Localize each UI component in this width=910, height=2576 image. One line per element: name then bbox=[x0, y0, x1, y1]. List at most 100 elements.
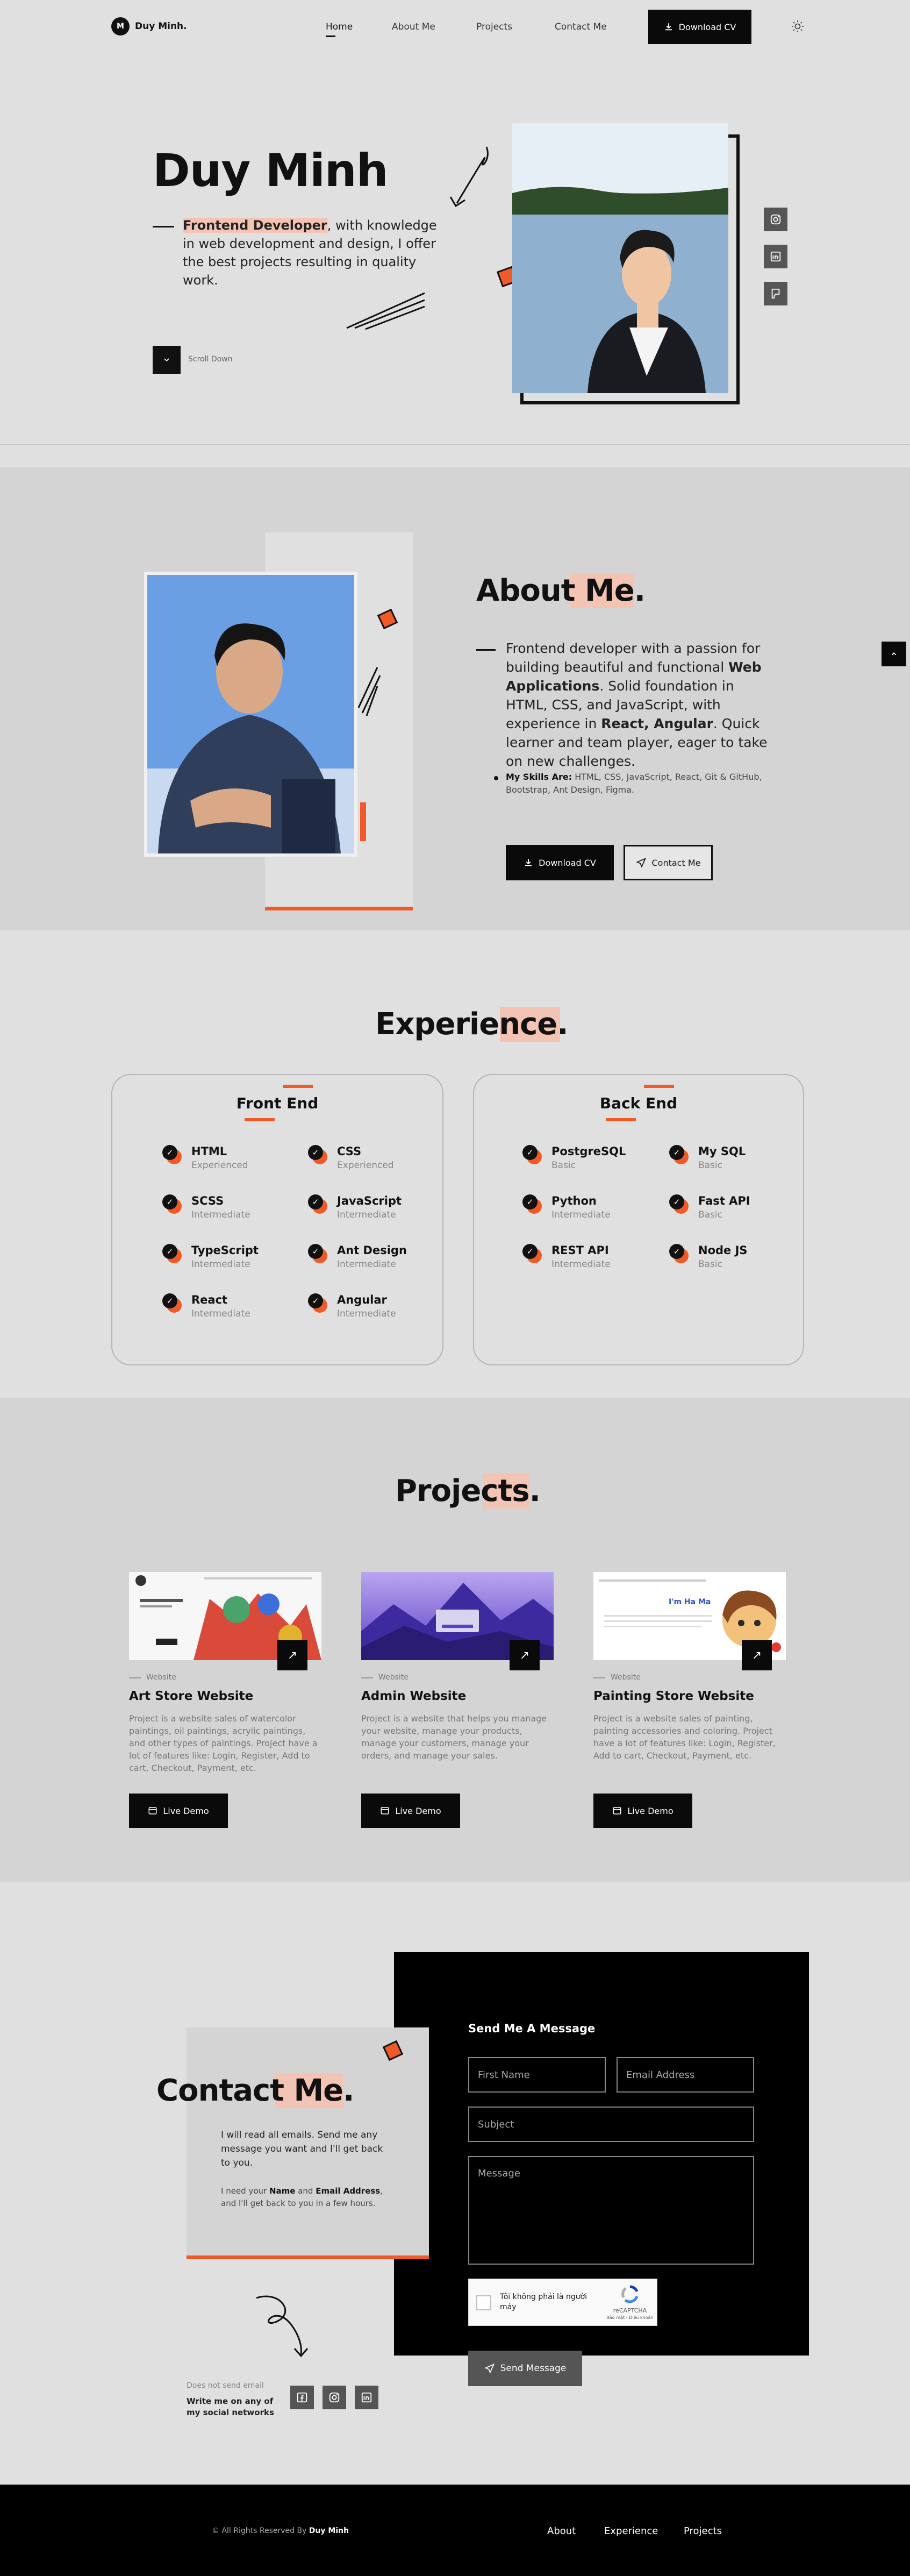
project-tag-line bbox=[593, 1677, 605, 1678]
check-icon: ✓ bbox=[669, 1244, 689, 1263]
hero-role: Frontend Developer bbox=[183, 218, 327, 233]
linkedin-icon bbox=[770, 251, 781, 262]
about-back-panel-accent bbox=[265, 907, 413, 910]
project-tag: Website bbox=[611, 1673, 641, 1682]
facebook-icon bbox=[297, 2392, 307, 2403]
footer-link-about[interactable]: About bbox=[547, 2525, 576, 2537]
live-demo-button[interactable]: Live Demo bbox=[361, 1794, 460, 1828]
project-tag: Website bbox=[378, 1673, 409, 1682]
hero-photo bbox=[512, 123, 728, 393]
skill-name: CSS bbox=[337, 1145, 362, 1158]
skill-item: ✓ Node JS Basic bbox=[669, 1244, 748, 1270]
about-accent-bar bbox=[360, 802, 366, 841]
no-email-label: Does not send email bbox=[187, 2381, 264, 2390]
live-demo-button[interactable]: Live Demo bbox=[593, 1794, 692, 1828]
skill-item: ✓ Angular Intermediate bbox=[308, 1293, 396, 1319]
subject-input[interactable]: Subject bbox=[468, 2107, 754, 2142]
frontend-heading-accent bbox=[283, 1085, 313, 1088]
skill-item: ✓ Fast API Basic bbox=[669, 1194, 750, 1220]
project-link-painting-store[interactable]: ↗ bbox=[742, 1640, 772, 1670]
email-input[interactable]: Email Address bbox=[617, 2057, 754, 2093]
contact-facebook-button[interactable] bbox=[290, 2386, 314, 2409]
skill-name: Node JS bbox=[698, 1244, 748, 1257]
recaptcha-brand: reCAPTCHA bbox=[613, 2307, 647, 2314]
send-message-button[interactable]: Send Message bbox=[468, 2351, 582, 2386]
about-download-cv-button[interactable]: Download CV bbox=[506, 845, 614, 880]
footer-copyright-text: © All Rights Reserved By bbox=[212, 2527, 309, 2535]
hero-divider bbox=[0, 444, 910, 445]
project-link-art-store[interactable]: ↗ bbox=[277, 1640, 307, 1670]
nav-download-label: Download CV bbox=[678, 22, 736, 32]
nav-projects[interactable]: Projects bbox=[476, 22, 512, 32]
check-icon: ✓ bbox=[308, 1145, 327, 1164]
skill-name: Python bbox=[551, 1194, 597, 1207]
contact-curly-arrow-decoration bbox=[256, 2295, 309, 2358]
recaptcha-icon bbox=[621, 2285, 639, 2303]
instagram-button[interactable] bbox=[764, 208, 787, 231]
contact-title: Contact Me. bbox=[156, 2073, 354, 2108]
logo-badge: M bbox=[111, 17, 130, 35]
skill-item: ✓ REST API Intermediate bbox=[522, 1244, 611, 1270]
skill-name: Angular bbox=[337, 1293, 387, 1306]
skills-label: My Skills Are: bbox=[506, 772, 572, 782]
skill-item: ✓ TypeScript Intermediate bbox=[162, 1244, 259, 1270]
check-icon: ✓ bbox=[669, 1194, 689, 1214]
about-bold-frameworks: React, Angular bbox=[601, 716, 713, 731]
footer-link-experience[interactable]: Experience bbox=[604, 2525, 658, 2537]
skill-level: Intermediate bbox=[337, 1209, 396, 1220]
browser-icon bbox=[613, 1807, 621, 1814]
backend-heading: Back End bbox=[599, 1094, 678, 1112]
recaptcha-links[interactable]: Bảo mật - Điều khoản bbox=[603, 2315, 657, 2320]
nav-home-underline bbox=[326, 35, 335, 37]
skill-name: JavaScript bbox=[337, 1194, 402, 1207]
contact-text-2-pre: I need your bbox=[221, 2186, 269, 2196]
nav-about[interactable]: About Me bbox=[392, 22, 435, 32]
nav-download-cv-button[interactable]: Download CV bbox=[648, 10, 751, 44]
scroll-down-button[interactable] bbox=[153, 346, 181, 374]
project-description: Project is a website sales of painting, … bbox=[593, 1713, 776, 1761]
contact-text-2-name: Name bbox=[269, 2186, 296, 2196]
check-icon: ✓ bbox=[308, 1194, 327, 1214]
project-link-admin[interactable]: ↗ bbox=[510, 1640, 540, 1670]
contact-text-2-mid: and bbox=[295, 2186, 316, 2196]
project-tag: Website bbox=[146, 1673, 176, 1682]
recaptcha-checkbox[interactable] bbox=[476, 2295, 491, 2310]
contact-linkedin-button[interactable] bbox=[355, 2386, 378, 2409]
nav-home[interactable]: Home bbox=[326, 22, 353, 32]
skill-item: ✓ HTML Experienced bbox=[162, 1145, 248, 1171]
portfolio-button[interactable] bbox=[764, 282, 787, 305]
message-textarea[interactable]: Message bbox=[468, 2156, 754, 2265]
contact-info-accent bbox=[187, 2255, 429, 2259]
scroll-to-top-button[interactable] bbox=[882, 642, 906, 666]
projects-title: Projects. bbox=[395, 1474, 541, 1508]
live-demo-button[interactable]: Live Demo bbox=[129, 1794, 228, 1828]
footer-link-projects[interactable]: Projects bbox=[684, 2525, 722, 2537]
skill-item: ✓ CSS Experienced bbox=[308, 1145, 394, 1171]
about-contact-button[interactable]: Contact Me bbox=[624, 845, 713, 880]
sun-icon[interactable] bbox=[791, 20, 804, 33]
check-icon: ✓ bbox=[162, 1145, 182, 1164]
browser-icon bbox=[148, 1807, 157, 1814]
nav-contact[interactable]: Contact Me bbox=[555, 22, 607, 32]
backend-heading-accent bbox=[644, 1085, 674, 1088]
check-icon: ✓ bbox=[522, 1244, 542, 1263]
project-tag-line bbox=[129, 1677, 141, 1678]
backend-card: Back End ✓ PostgreSQL Basic ✓ My SQL Bas… bbox=[473, 1074, 804, 1365]
experience-title-text: Experience bbox=[375, 1007, 561, 1042]
instagram-icon bbox=[329, 2392, 340, 2403]
chevron-down-icon bbox=[164, 358, 169, 362]
navbar: M Duy Minh. Home About Me Projects Conta… bbox=[0, 0, 910, 54]
contact-text-2: I need your Name and Email Address, and … bbox=[221, 2185, 393, 2210]
skill-level: Intermediate bbox=[191, 1259, 250, 1270]
brand-name: Duy Minh. bbox=[135, 21, 187, 32]
projects-title-text: Projects bbox=[395, 1474, 530, 1508]
contact-instagram-button[interactable] bbox=[323, 2386, 346, 2409]
check-icon: ✓ bbox=[308, 1244, 327, 1263]
first-name-input[interactable]: First Name bbox=[468, 2057, 606, 2093]
brand-logo[interactable]: M Duy Minh. bbox=[111, 17, 187, 35]
scroll-down-label: Scroll Down bbox=[188, 355, 233, 364]
linkedin-button[interactable] bbox=[764, 245, 787, 268]
check-icon: ✓ bbox=[162, 1194, 182, 1214]
scribble-decoration bbox=[346, 292, 425, 330]
about-photo bbox=[144, 572, 357, 857]
